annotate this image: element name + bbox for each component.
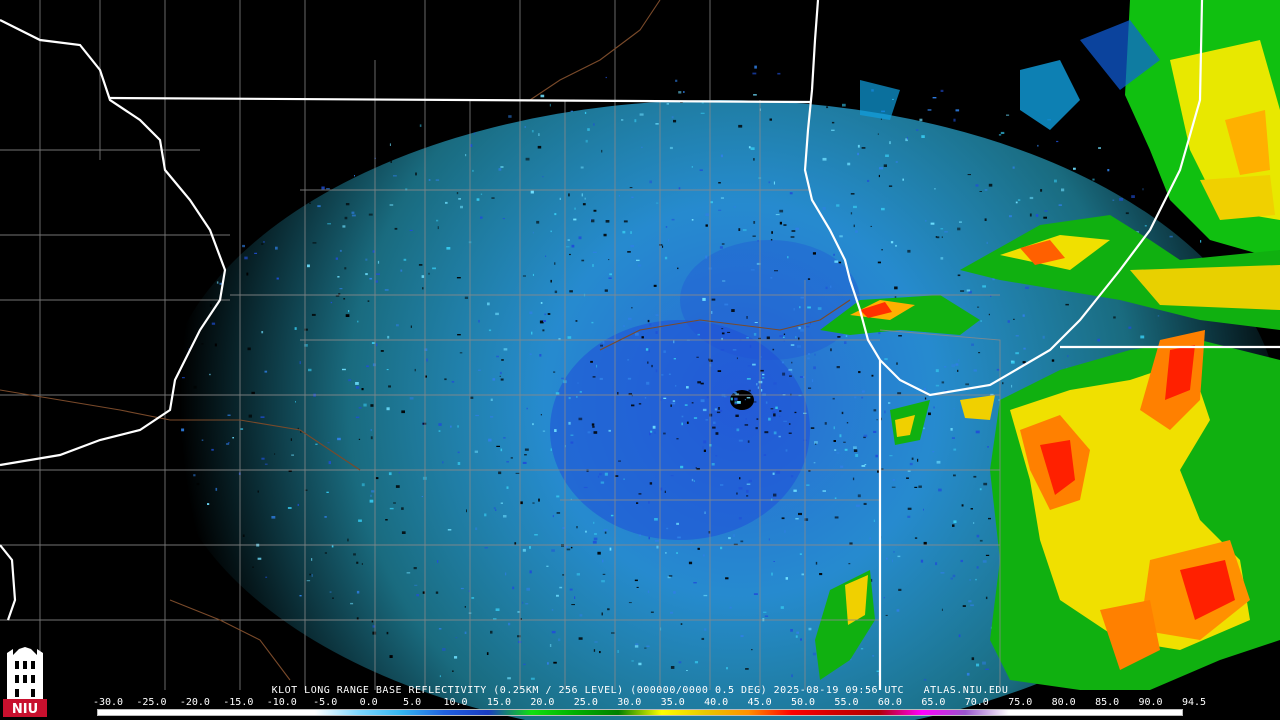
scale-label: 45.0 bbox=[747, 697, 772, 708]
scale-label: 90.0 bbox=[1138, 697, 1163, 708]
scale-label: 85.0 bbox=[1095, 697, 1120, 708]
scale-label: -30.0 bbox=[92, 697, 124, 708]
scale-label: 10.0 bbox=[443, 697, 468, 708]
radar-caption: KLOT LONG RANGE BASE REFLECTIVITY (0.25K… bbox=[0, 685, 1280, 696]
scale-label: 20.0 bbox=[530, 697, 555, 708]
scale-label: 5.0 bbox=[403, 697, 422, 708]
scale-label: 50.0 bbox=[790, 697, 816, 708]
scale-label: 25.0 bbox=[573, 697, 598, 708]
scale-label: 60.0 bbox=[877, 697, 902, 708]
scale-label: 65.0 bbox=[921, 697, 946, 708]
niu-logo: NIU bbox=[3, 647, 47, 717]
scale-label: 94.5 bbox=[1181, 697, 1207, 708]
colorbar-scale-labels: -30.0 -25.0 -20.0 -15.0 -10.0 -5.0 0.0 5.0 10.0 1… bbox=[90, 697, 1206, 709]
scale-label: 75.0 bbox=[1008, 697, 1033, 708]
scale-label: -10.0 bbox=[266, 697, 297, 708]
scale-label: 55.0 bbox=[834, 697, 859, 708]
scale-label: -15.0 bbox=[223, 697, 254, 708]
scale-label: 35.0 bbox=[660, 697, 685, 708]
radar-map bbox=[0, 0, 1280, 720]
scale-label: 15.0 bbox=[486, 697, 511, 708]
scale-label: 70.0 bbox=[964, 697, 989, 708]
niu-logo-text: NIU bbox=[12, 702, 38, 717]
scale-label: -20.0 bbox=[179, 697, 210, 708]
scale-label: -5.0 bbox=[313, 697, 338, 708]
scale-label: -25.0 bbox=[136, 697, 167, 708]
scale-label: 80.0 bbox=[1051, 697, 1076, 708]
scale-label: 0.0 bbox=[359, 697, 378, 708]
scale-label: 40.0 bbox=[704, 697, 729, 708]
source-url: ATLAS.NIU.EDU bbox=[923, 685, 1009, 696]
reflectivity-colorbar bbox=[97, 709, 1183, 716]
scale-label: 30.0 bbox=[617, 697, 642, 708]
product-title: KLOT LONG RANGE BASE REFLECTIVITY (0.25K… bbox=[271, 685, 905, 696]
